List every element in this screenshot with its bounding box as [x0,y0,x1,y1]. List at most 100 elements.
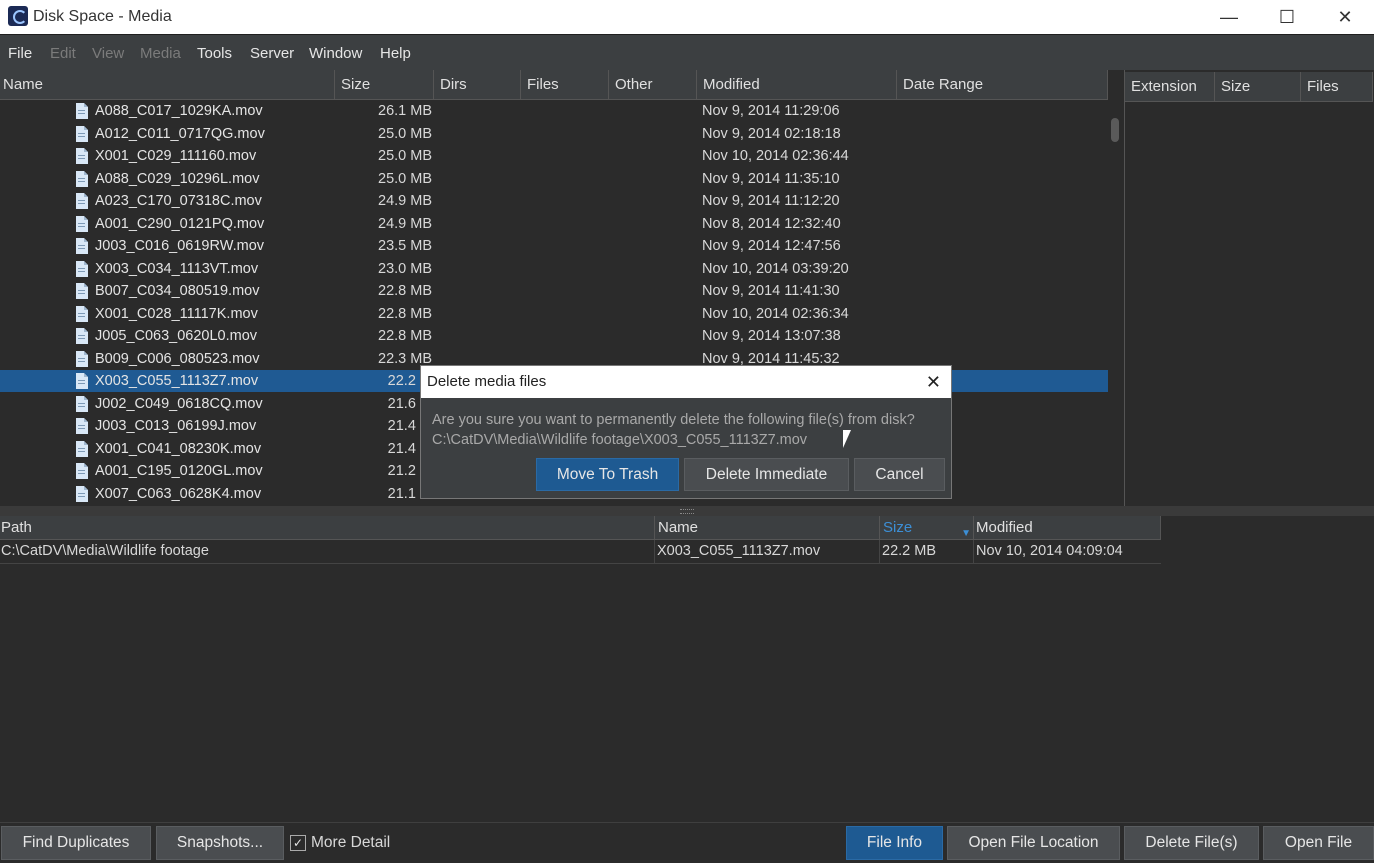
menu-help[interactable]: Help [380,45,411,62]
file-size: 21.6 M [387,395,432,412]
file-row[interactable]: B007_C034_080519.mov 22.8 MB Nov 9, 2014 1… [0,280,1108,302]
scrollbar-thumb[interactable] [1111,118,1119,142]
detail-table: Path Name Size ▼ Modified C:\CatDV\Media\… [0,516,1374,822]
file-name: A012_C011_0717QG.mov [95,125,265,142]
column-header-ext-size[interactable]: Size [1215,72,1301,102]
file-row[interactable]: A088_C017_1029KA.mov 26.1 MB Nov 9, 2014 1… [0,100,1108,122]
file-icon [76,463,88,479]
maximize-button[interactable]: ☐ [1258,0,1316,34]
move-to-trash-button[interactable]: Move To Trash [536,458,679,491]
file-row[interactable]: X003_C034_1113VT.mov 23.0 MB Nov 10, 2014 … [0,258,1108,280]
file-row[interactable]: J005_C063_0620L0.mov 22.8 MB Nov 9, 2014 1… [0,325,1108,347]
cell-divider [879,540,880,563]
footer-bar: Find Duplicates Snapshots... ✓ More Deta… [0,822,1374,863]
open-file-location-button[interactable]: Open File Location [947,826,1120,860]
close-window-button[interactable]: ✕ [1316,0,1374,34]
file-icon [76,125,88,142]
mouse-cursor-icon [843,430,859,448]
cancel-button[interactable]: Cancel [854,458,945,491]
menu-view[interactable]: View [92,45,124,62]
file-icon [76,148,88,164]
file-row[interactable]: A023_C170_07318C.mov 24.9 MB Nov 9, 2014 1… [0,190,1108,212]
file-icon [76,238,88,254]
file-modified: Nov 10, 2014 02:36:34 [702,305,849,322]
file-name: J003_C013_06199J.mov [95,418,257,434]
minimize-button[interactable]: — [1200,0,1258,34]
menu-window[interactable]: Window [309,45,362,62]
file-size: 24.9 MB [378,193,432,209]
file-row[interactable]: X001_C028_11117K.mov 22.8 MB Nov 10, 2014 … [0,303,1108,325]
file-size: 22.8 MB [378,283,432,299]
file-row[interactable]: A012_C011_0717QG.mov 25.0 MB Nov 9, 2014 0… [0,123,1108,145]
menu-edit[interactable]: Edit [50,45,76,62]
column-header-name[interactable]: Name [0,70,335,100]
main-table-scrollbar[interactable] [1108,100,1124,506]
file-name: X001_C028_11117K.mov [95,305,258,322]
dialog-file-path: C:\CatDV\Media\Wildlife footage\X003_C05… [432,432,808,448]
menu-media[interactable]: Media [140,45,181,62]
column-header-files[interactable]: Files [521,70,609,100]
snapshots-button[interactable]: Snapshots... [156,826,284,860]
file-icon [76,193,88,209]
detail-header-name[interactable]: Name [655,516,880,540]
detail-path: C:\CatDV\Media\Wildlife footage [1,543,209,559]
column-header-date-range[interactable]: Date Range [897,70,1108,100]
menu-tools[interactable]: Tools [197,45,232,62]
file-modified: Nov 9, 2014 11:35:10 [702,170,840,187]
file-size: 23.0 MB [378,260,432,277]
file-icon [76,215,88,232]
file-name: B009_C006_080523.mov [95,350,260,367]
file-name: J003_C016_0619RW.mov [95,238,265,254]
more-detail-checkbox[interactable]: ✓ [290,835,306,851]
file-modified: Nov 9, 2014 13:07:38 [702,328,841,344]
menu-file[interactable]: File [8,45,32,62]
detail-header-modified[interactable]: Modified [974,516,1161,540]
file-name: X007_C063_0628K4.mov [95,485,262,502]
delete-files-button[interactable]: Delete File(s) [1124,826,1259,860]
open-file-button[interactable]: Open File [1263,826,1374,860]
file-icon [76,170,88,187]
file-size: 21.4 M [387,418,432,434]
file-icon [76,373,88,389]
file-row[interactable]: J003_C016_0619RW.mov 23.5 MB Nov 9, 2014 1… [0,235,1108,257]
file-modified: Nov 10, 2014 03:39:20 [702,260,849,277]
more-detail-label[interactable]: More Detail [311,834,390,852]
file-icon [76,260,88,277]
column-header-modified[interactable]: Modified [697,70,897,100]
cell-divider [973,540,974,563]
file-name: B007_C034_080519.mov [95,283,260,299]
file-icon [76,103,88,119]
detail-modified: Nov 10, 2014 04:09:04 [976,543,1123,559]
file-icon [76,328,88,344]
column-header-other[interactable]: Other [609,70,697,100]
dialog-close-button[interactable]: ✕ [926,372,941,393]
file-size: 25.0 MB [378,148,432,164]
column-header-size[interactable]: Size [335,70,434,100]
file-icon [76,440,88,457]
app-icon [8,6,28,26]
column-header-dirs[interactable]: Dirs [434,70,521,100]
file-size: 23.5 MB [378,238,432,254]
extension-table: Extension Size Files [1124,70,1374,506]
detail-row[interactable]: C:\CatDV\Media\Wildlife footage X003_C05… [0,540,1161,564]
detail-header-size[interactable]: Size ▼ [880,516,974,540]
file-size: 22.2 M [387,373,432,389]
file-row[interactable]: A001_C290_0121PQ.mov 24.9 MB Nov 8, 2014 1… [0,213,1108,235]
panel-splitter[interactable] [0,506,1374,516]
column-header-ext-files[interactable]: Files [1301,72,1373,102]
delete-immediate-button[interactable]: Delete Immediate [684,458,849,491]
find-duplicates-button[interactable]: Find Duplicates [1,826,151,860]
column-header-extension[interactable]: Extension [1125,72,1215,102]
menu-server[interactable]: Server [250,45,294,62]
file-size: 24.9 MB [378,215,432,232]
detail-header-path[interactable]: Path [0,516,655,540]
menu-bar: File Edit View Media Tools Server Window… [0,34,1374,71]
file-info-button[interactable]: File Info [846,826,943,860]
file-size: 26.1 MB [378,103,432,119]
file-icon [76,305,88,322]
file-row[interactable]: A088_C029_10296L.mov 25.0 MB Nov 9, 2014 1… [0,168,1108,190]
file-size: 21.4 M [387,440,432,457]
file-modified: Nov 9, 2014 02:18:18 [702,125,841,142]
file-row[interactable]: X001_C029_111160.mov 25.0 MB Nov 10, 2014 … [0,145,1108,167]
splitter-grip[interactable] [680,509,694,514]
